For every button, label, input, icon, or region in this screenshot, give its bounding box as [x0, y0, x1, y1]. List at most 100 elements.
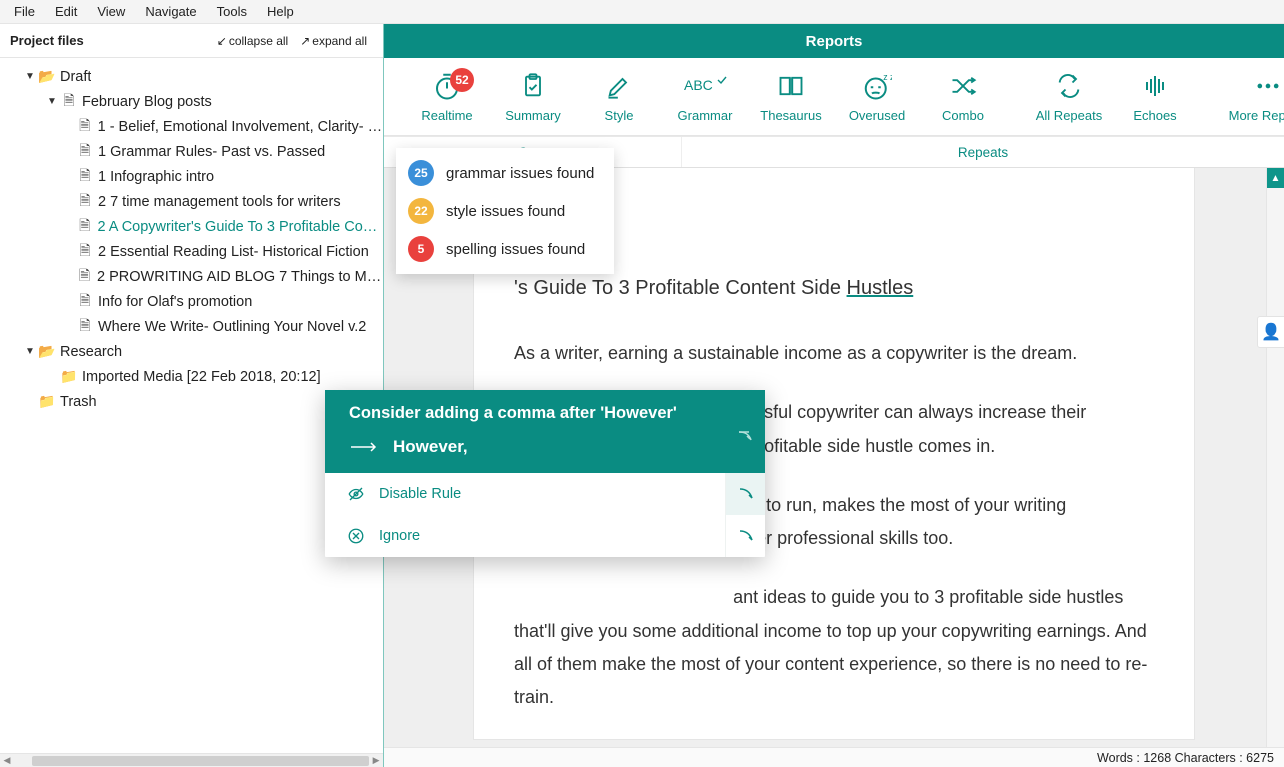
- collapse-all-button[interactable]: ↙ collapse all: [211, 32, 294, 50]
- disable-rule-button[interactable]: Disable Rule: [325, 473, 725, 515]
- text-run: ant ideas to guide you to 3 profitable s…: [514, 587, 1147, 707]
- folder-open-icon: 📂: [38, 68, 56, 85]
- menu-file[interactable]: File: [4, 2, 45, 21]
- tree-label: 2 7 time management tools for writers: [94, 194, 341, 210]
- toolbar-label: More Reports: [1229, 108, 1284, 123]
- document-icon: 🗎: [76, 240, 94, 264]
- style-button[interactable]: Style: [576, 70, 662, 123]
- title-underlined: Hustles: [847, 277, 914, 299]
- document-icon: 🗎: [76, 165, 94, 189]
- subnav-repeats[interactable]: Repeats: [682, 137, 1284, 167]
- expand-all-button[interactable]: ↗ expand all: [294, 32, 373, 50]
- tree-folder-draft[interactable]: ▼ 📂 Draft: [0, 64, 383, 89]
- shuffle-icon: [949, 70, 977, 102]
- text-run: vider professional skills too.: [733, 528, 953, 548]
- scroll-right-icon[interactable]: ▶: [369, 755, 383, 766]
- tree-label: 1 - Belief, Emotional Involvement, Clari…: [94, 119, 383, 135]
- ignore-button[interactable]: Ignore: [325, 515, 725, 557]
- menu-navigate[interactable]: Navigate: [135, 2, 206, 21]
- scroll-left-icon[interactable]: ◀: [0, 755, 14, 766]
- text-run: asy to run, makes the most of your writi…: [733, 495, 1066, 515]
- count-badge: 5: [408, 236, 434, 262]
- toolbar-label: Overused: [849, 108, 905, 123]
- tree-file[interactable]: 🗎1 - Belief, Emotional Involvement, Clar…: [0, 114, 383, 139]
- suggestion-replacement: However,: [393, 437, 468, 457]
- thesaurus-button[interactable]: Thesaurus: [748, 70, 834, 123]
- document-icon: 🗎: [76, 265, 93, 289]
- realtime-button[interactable]: 52 Realtime: [404, 70, 490, 123]
- folder-open-icon: 📂: [38, 343, 56, 360]
- tree-label: 1 Grammar Rules- Past vs. Passed: [94, 144, 325, 160]
- paragraph: however even the most sucant ideas to gu…: [514, 581, 1154, 714]
- status-text: Words : 1268 Characters : 6275: [1097, 751, 1274, 765]
- more-reports-button[interactable]: More Reports: [1218, 70, 1284, 123]
- grammar-button[interactable]: ABC Grammar: [662, 70, 748, 123]
- echoes-button[interactable]: Echoes: [1112, 70, 1198, 123]
- suggestion-header[interactable]: Consider adding a comma after 'However' …: [325, 390, 765, 473]
- suggestion-title: Consider adding a comma after 'However': [349, 404, 747, 423]
- toolbar-label: Combo: [942, 108, 984, 123]
- tree-label: 1 Infographic intro: [94, 169, 214, 185]
- tree-label: Draft: [56, 69, 91, 85]
- menu-edit[interactable]: Edit: [45, 2, 87, 21]
- spelling-issues-row[interactable]: 5 spelling issues found: [396, 230, 614, 268]
- book-icon: [776, 70, 806, 102]
- paragraph: As a writer, earning a sustainable incom…: [514, 337, 1154, 370]
- scroll-up-icon[interactable]: ▲: [1267, 168, 1284, 188]
- grammar-suggestion-popover: Consider adding a comma after 'However' …: [325, 390, 765, 557]
- svg-text:z z: z z: [883, 72, 892, 82]
- vertical-scrollbar[interactable]: ▲: [1266, 168, 1284, 747]
- toolbar-label: Style: [605, 108, 634, 123]
- title-text: 's Guide To 3 Profitable Content Side: [514, 277, 847, 299]
- action-label: Ignore: [379, 528, 420, 544]
- tree-folder-february[interactable]: ▼ 🗎 February Blog posts: [0, 89, 383, 114]
- menu-help[interactable]: Help: [257, 2, 304, 21]
- chevron-down-icon: ▼: [22, 346, 38, 357]
- combo-button[interactable]: Combo: [920, 70, 1006, 123]
- menu-view[interactable]: View: [87, 2, 135, 21]
- next-issue-icon[interactable]: [737, 430, 753, 442]
- arrow-right-icon: [349, 441, 379, 453]
- expand-icon: ↗: [300, 34, 310, 48]
- eye-off-icon: [347, 485, 365, 503]
- sleepy-face-icon: z z: [862, 70, 892, 102]
- account-button[interactable]: 👤: [1257, 316, 1284, 348]
- text-run: a profitable side hustle comes in.: [733, 436, 995, 456]
- summary-button[interactable]: Summary: [490, 70, 576, 123]
- nav-next-icon[interactable]: [726, 473, 765, 515]
- document-title: 's Guide To 3 Profitable Content Side Hu…: [514, 270, 1154, 307]
- expand-all-label: expand all: [312, 34, 367, 48]
- count-badge: 22: [408, 198, 434, 224]
- tree-file[interactable]: 🗎1 Grammar Rules- Past vs. Passed: [0, 139, 383, 164]
- clipboard-check-icon: [519, 70, 547, 102]
- tree-file-selected[interactable]: 🗎2 A Copywriter's Guide To 3 Profitable …: [0, 214, 383, 239]
- tree-file[interactable]: 🗎2 Essential Reading List- Historical Fi…: [0, 239, 383, 264]
- tree-label: Research: [56, 344, 122, 360]
- ellipsis-icon: [1254, 70, 1282, 102]
- tree-file[interactable]: 🗎Info for Olaf's promotion: [0, 289, 383, 314]
- menu-tools[interactable]: Tools: [207, 2, 257, 21]
- toolbar-label: Grammar: [678, 108, 733, 123]
- close-circle-icon: [347, 527, 365, 545]
- document-icon: 🗎: [76, 190, 94, 214]
- all-repeats-button[interactable]: All Repeats: [1026, 70, 1112, 123]
- tree-label: February Blog posts: [78, 94, 212, 110]
- folder-icon: 📁: [60, 368, 78, 385]
- tree-file[interactable]: 🗎Where We Write- Outlining Your Novel v.…: [0, 314, 383, 339]
- tree-folder-research[interactable]: ▼ 📂 Research: [0, 339, 383, 364]
- scrollbar-thumb[interactable]: [32, 756, 369, 766]
- tree-file[interactable]: 🗎2 PROWRITING AID BLOG 7 Things to Maste…: [0, 264, 383, 289]
- tree-file[interactable]: 🗎2 7 time management tools for writers: [0, 189, 383, 214]
- sidebar-horizontal-scrollbar[interactable]: ◀ ▶: [0, 753, 383, 767]
- chevron-down-icon: ▼: [44, 96, 60, 107]
- overused-button[interactable]: z z Overused: [834, 70, 920, 123]
- tree-label: Where We Write- Outlining Your Novel v.2: [94, 319, 366, 335]
- grammar-issues-row[interactable]: 25 grammar issues found: [396, 154, 614, 192]
- tree-folder-imported[interactable]: 📁 Imported Media [22 Feb 2018, 20:12]: [0, 364, 383, 389]
- abc-check-icon: ABC: [682, 70, 728, 102]
- suggestion-nav: [725, 473, 765, 557]
- nav-next-alt-icon[interactable]: [726, 515, 765, 557]
- tree-file[interactable]: 🗎1 Infographic intro: [0, 164, 383, 189]
- style-issues-row[interactable]: 22 style issues found: [396, 192, 614, 230]
- tree-label: Trash: [56, 394, 97, 410]
